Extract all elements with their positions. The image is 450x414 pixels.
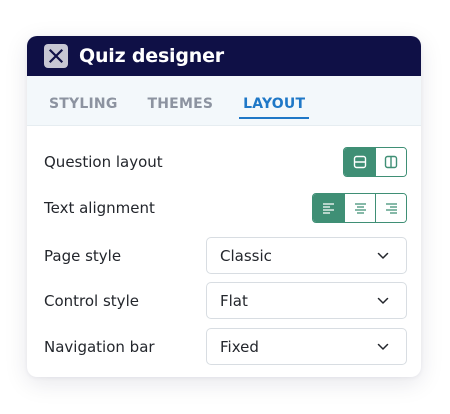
page-style-select[interactable]: Classic <box>206 237 407 274</box>
control-style-label: Control style <box>44 291 139 310</box>
chevron-down-icon <box>377 343 389 350</box>
navigation-bar-row: Navigation bar Fixed <box>44 328 407 365</box>
chevron-down-icon <box>377 252 389 259</box>
vertical-layout-button[interactable] <box>375 148 406 176</box>
chevron-down-icon <box>377 297 389 304</box>
align-right-button[interactable] <box>375 194 406 222</box>
navigation-bar-label: Navigation bar <box>44 337 155 356</box>
horizontal-layout-button[interactable] <box>344 148 375 176</box>
navigation-bar-select[interactable]: Fixed <box>206 328 407 365</box>
text-alignment-row: Text alignment <box>44 193 407 223</box>
align-center-icon <box>354 203 366 214</box>
close-icon <box>48 48 64 64</box>
horizontal-layout-icon <box>353 155 366 169</box>
control-style-select[interactable]: Flat <box>206 282 407 319</box>
tab-layout[interactable]: LAYOUT <box>239 76 310 126</box>
quiz-designer-panel: Quiz designer STYLING THEMES LAYOUT Ques… <box>27 36 421 377</box>
vertical-layout-icon <box>384 155 398 169</box>
question-layout-toggle <box>343 147 407 177</box>
close-button[interactable] <box>44 44 68 68</box>
align-left-icon <box>323 203 334 214</box>
page-style-value: Classic <box>220 246 272 265</box>
question-layout-row: Question layout <box>44 147 407 177</box>
text-alignment-toggle <box>312 193 407 223</box>
window-title: Quiz designer <box>79 45 224 67</box>
control-style-row: Control style Flat <box>44 282 407 319</box>
tab-styling[interactable]: STYLING <box>49 76 118 126</box>
titlebar: Quiz designer <box>27 36 421 76</box>
tab-themes[interactable]: THEMES <box>148 76 214 126</box>
control-style-value: Flat <box>220 291 248 310</box>
align-center-button[interactable] <box>344 194 375 222</box>
navigation-bar-value: Fixed <box>220 337 259 356</box>
page-style-label: Page style <box>44 246 122 265</box>
page-style-row: Page style Classic <box>44 237 407 274</box>
align-left-button[interactable] <box>313 194 344 222</box>
question-layout-label: Question layout <box>44 153 163 171</box>
align-right-icon <box>385 203 397 214</box>
text-alignment-label: Text alignment <box>44 199 155 217</box>
tab-bar: STYLING THEMES LAYOUT <box>27 76 421 126</box>
